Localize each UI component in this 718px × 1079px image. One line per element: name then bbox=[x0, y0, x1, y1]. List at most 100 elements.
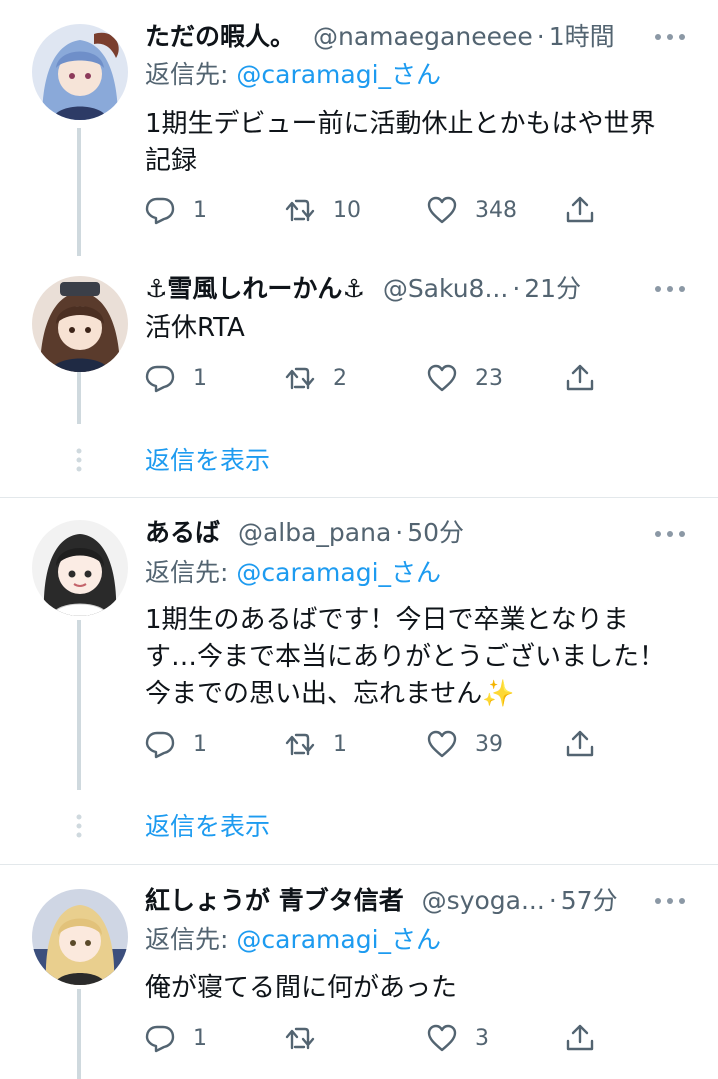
thread-line bbox=[77, 240, 81, 256]
action-bar: 1 10 348 bbox=[145, 193, 605, 227]
reply-mention-link[interactable]: @caramagi_さん bbox=[236, 558, 441, 587]
tweet-header: 紅しょうが 青ブタ信者 @syoga... · 57分 bbox=[145, 884, 662, 918]
share-icon bbox=[566, 730, 594, 757]
more-icon[interactable] bbox=[652, 29, 688, 45]
anchor-emoji: ⚓ bbox=[342, 274, 365, 303]
like-count: 23 bbox=[475, 365, 503, 391]
thread-gap-dots bbox=[76, 448, 82, 472]
action-bar: 1 1 39 bbox=[145, 727, 605, 761]
retweet-icon bbox=[285, 1027, 315, 1050]
like-count: 39 bbox=[475, 731, 503, 757]
retweet-count: 10 bbox=[333, 197, 361, 223]
like-button[interactable]: 23 bbox=[427, 361, 503, 395]
heart-icon bbox=[427, 364, 457, 392]
share-icon bbox=[566, 364, 594, 391]
reply-button[interactable]: 1 bbox=[145, 727, 207, 761]
tweet-text: 活休RTA bbox=[145, 313, 245, 343]
retweet-button[interactable]: 2 bbox=[285, 361, 347, 395]
display-name[interactable]: ⚓雪風しれーかん⚓ bbox=[145, 274, 365, 303]
retweet-icon bbox=[285, 733, 315, 756]
tweet-2[interactable]: ⚓雪風しれーかん⚓ @Saku8... · 21分 活休RTA 1 2 23 返信を… bbox=[0, 240, 718, 498]
user-handle[interactable]: @alba_pana bbox=[238, 518, 391, 547]
heart-icon bbox=[427, 1024, 457, 1052]
separator-dot: · bbox=[395, 518, 404, 547]
avatar[interactable] bbox=[32, 889, 128, 985]
reply-prefix: 返信先: bbox=[145, 925, 237, 954]
display-name[interactable]: あるば bbox=[145, 518, 220, 547]
tweet-text: 1期生デビュー前に活動休止とかもはや世界 記録 bbox=[145, 109, 656, 176]
reply-count: 1 bbox=[193, 197, 207, 223]
thread-line bbox=[77, 372, 81, 424]
reply-context: 返信先: @caramagi_さん bbox=[145, 556, 441, 590]
reply-icon bbox=[145, 197, 175, 225]
retweet-icon bbox=[285, 367, 315, 390]
share-icon bbox=[566, 1024, 594, 1051]
show-replies-link[interactable]: 返信を表示 bbox=[145, 810, 270, 844]
user-handle[interactable]: @syoga... bbox=[422, 886, 545, 915]
thread-line bbox=[77, 620, 81, 790]
share-button[interactable] bbox=[565, 361, 595, 395]
heart-icon bbox=[427, 730, 457, 758]
thread-gap-dots bbox=[76, 814, 82, 838]
action-bar: 1 3 bbox=[145, 1021, 605, 1055]
tweet-text: 1期生のあるばです！今日で卒業となりま す…今まで本当にありがとうございました！… bbox=[145, 605, 666, 709]
tweet-4[interactable]: 紅しょうが 青ブタ信者 @syoga... · 57分 返信先: @caramagi… bbox=[0, 865, 718, 1079]
reply-button[interactable]: 1 bbox=[145, 361, 207, 395]
like-count: 348 bbox=[475, 197, 517, 223]
reply-context: 返信先: @caramagi_さん bbox=[145, 58, 441, 92]
share-button[interactable] bbox=[565, 727, 595, 761]
like-button[interactable]: 3 bbox=[427, 1021, 489, 1055]
retweet-count: 2 bbox=[333, 365, 347, 391]
avatar[interactable] bbox=[32, 276, 128, 372]
reply-button[interactable]: 1 bbox=[145, 193, 207, 227]
separator-dot: · bbox=[536, 22, 545, 51]
like-button[interactable]: 348 bbox=[427, 193, 517, 227]
share-button[interactable] bbox=[565, 1021, 595, 1055]
timestamp[interactable]: 50分 bbox=[407, 518, 464, 547]
user-handle[interactable]: @Saku8... bbox=[383, 274, 509, 303]
like-button[interactable]: 39 bbox=[427, 727, 503, 761]
separator-dot: · bbox=[548, 886, 557, 915]
display-name[interactable]: 紅しょうが 青ブタ信者 bbox=[145, 886, 404, 915]
timestamp[interactable]: 1時間 bbox=[549, 22, 615, 51]
reply-icon bbox=[145, 1025, 175, 1053]
more-icon[interactable] bbox=[652, 281, 688, 297]
reply-button[interactable]: 1 bbox=[145, 1021, 207, 1055]
more-icon[interactable] bbox=[652, 893, 688, 909]
thread-line bbox=[77, 989, 81, 1079]
display-name[interactable]: ただの暇人。 bbox=[145, 22, 295, 51]
retweet-button[interactable]: 10 bbox=[285, 193, 361, 227]
reply-context: 返信先: @caramagi_さん bbox=[145, 923, 441, 957]
retweet-button[interactable]: 1 bbox=[285, 727, 347, 761]
retweet-button[interactable] bbox=[285, 1021, 333, 1055]
tweet-header: ⚓雪風しれーかん⚓ @Saku8... · 21分 bbox=[145, 272, 662, 306]
like-count: 3 bbox=[475, 1025, 489, 1051]
reply-count: 1 bbox=[193, 731, 207, 757]
share-icon bbox=[566, 196, 594, 223]
tweet-header: ただの暇人。 @namaeganeeee · 1時間 bbox=[145, 20, 662, 54]
timestamp[interactable]: 21分 bbox=[524, 274, 581, 303]
tweet-3[interactable]: あるば @alba_pana · 50分 返信先: @caramagi_さん 1期生… bbox=[0, 498, 718, 864]
more-icon[interactable] bbox=[652, 526, 688, 542]
action-bar: 1 2 23 bbox=[145, 361, 605, 395]
timestamp[interactable]: 57分 bbox=[561, 886, 618, 915]
retweet-icon bbox=[285, 199, 315, 222]
reply-icon bbox=[145, 731, 175, 759]
reply-prefix: 返信先: bbox=[145, 558, 237, 587]
reply-mention-link[interactable]: @caramagi_さん bbox=[236, 60, 441, 89]
reply-mention-link[interactable]: @caramagi_さん bbox=[236, 925, 441, 954]
avatar[interactable] bbox=[32, 520, 128, 616]
reply-icon bbox=[145, 365, 175, 393]
avatar[interactable] bbox=[32, 24, 128, 120]
tweet-1[interactable]: ただの暇人。 @namaeganeeee · 1時間 返信先: @caramagi_… bbox=[0, 0, 718, 260]
tweet-header: あるば @alba_pana · 50分 bbox=[145, 516, 662, 550]
display-name-text: 雪風しれーかん bbox=[167, 274, 343, 303]
separator-dot: · bbox=[512, 274, 521, 303]
thread-line bbox=[77, 128, 81, 240]
reply-count: 1 bbox=[193, 1025, 207, 1051]
reply-prefix: 返信先: bbox=[145, 60, 237, 89]
show-replies-link[interactable]: 返信を表示 bbox=[145, 444, 270, 478]
user-handle[interactable]: @namaeganeeee bbox=[313, 22, 533, 51]
share-button[interactable] bbox=[565, 193, 595, 227]
tweet-text: 俺が寝てる間に何があった bbox=[145, 973, 458, 1003]
